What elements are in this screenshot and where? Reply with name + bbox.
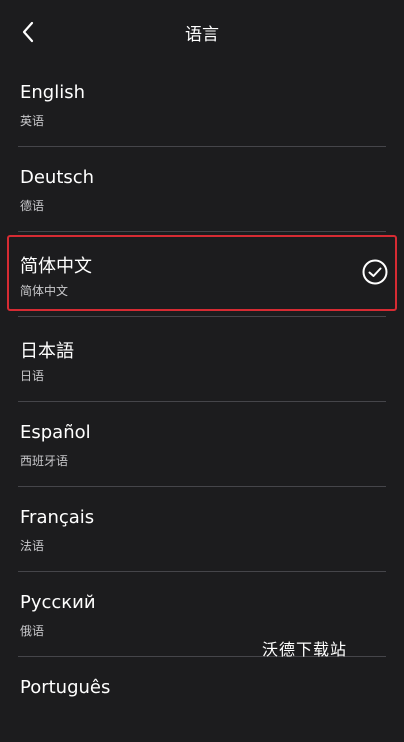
- language-item-japanese[interactable]: 日本語 日语: [0, 317, 404, 402]
- language-name: 简体中文: [20, 256, 92, 277]
- watermark-text: 沃德下载站: [262, 640, 348, 659]
- language-native-name: 法语: [20, 539, 45, 553]
- language-name: English: [20, 82, 85, 103]
- language-item-spanish[interactable]: Español 西班牙语: [0, 402, 404, 487]
- language-name: Português: [20, 677, 111, 698]
- language-name: Español: [20, 422, 91, 443]
- language-native-name: 西班牙语: [20, 454, 69, 468]
- language-native-name: 简体中文: [20, 284, 69, 298]
- page-title: 语言: [185, 25, 219, 45]
- language-name: 日本語: [20, 341, 74, 362]
- language-native-name: 德语: [20, 199, 45, 213]
- language-name: Deutsch: [20, 167, 95, 188]
- language-item-portuguese[interactable]: Português: [0, 657, 404, 742]
- language-item-english[interactable]: English 英语: [0, 62, 404, 147]
- language-native-name: 日语: [20, 369, 45, 383]
- language-native-name: 英语: [20, 114, 45, 128]
- check-circle-icon: [362, 259, 388, 285]
- header-bar: 语言: [0, 0, 404, 62]
- language-name: Русский: [20, 592, 96, 613]
- language-item-simplified-chinese[interactable]: 简体中文 简体中文: [0, 232, 404, 317]
- language-item-french[interactable]: Français 法语: [0, 487, 404, 572]
- language-native-name: 俄语: [20, 624, 45, 638]
- language-item-deutsch[interactable]: Deutsch 德语: [0, 147, 404, 232]
- language-name: Français: [20, 507, 95, 528]
